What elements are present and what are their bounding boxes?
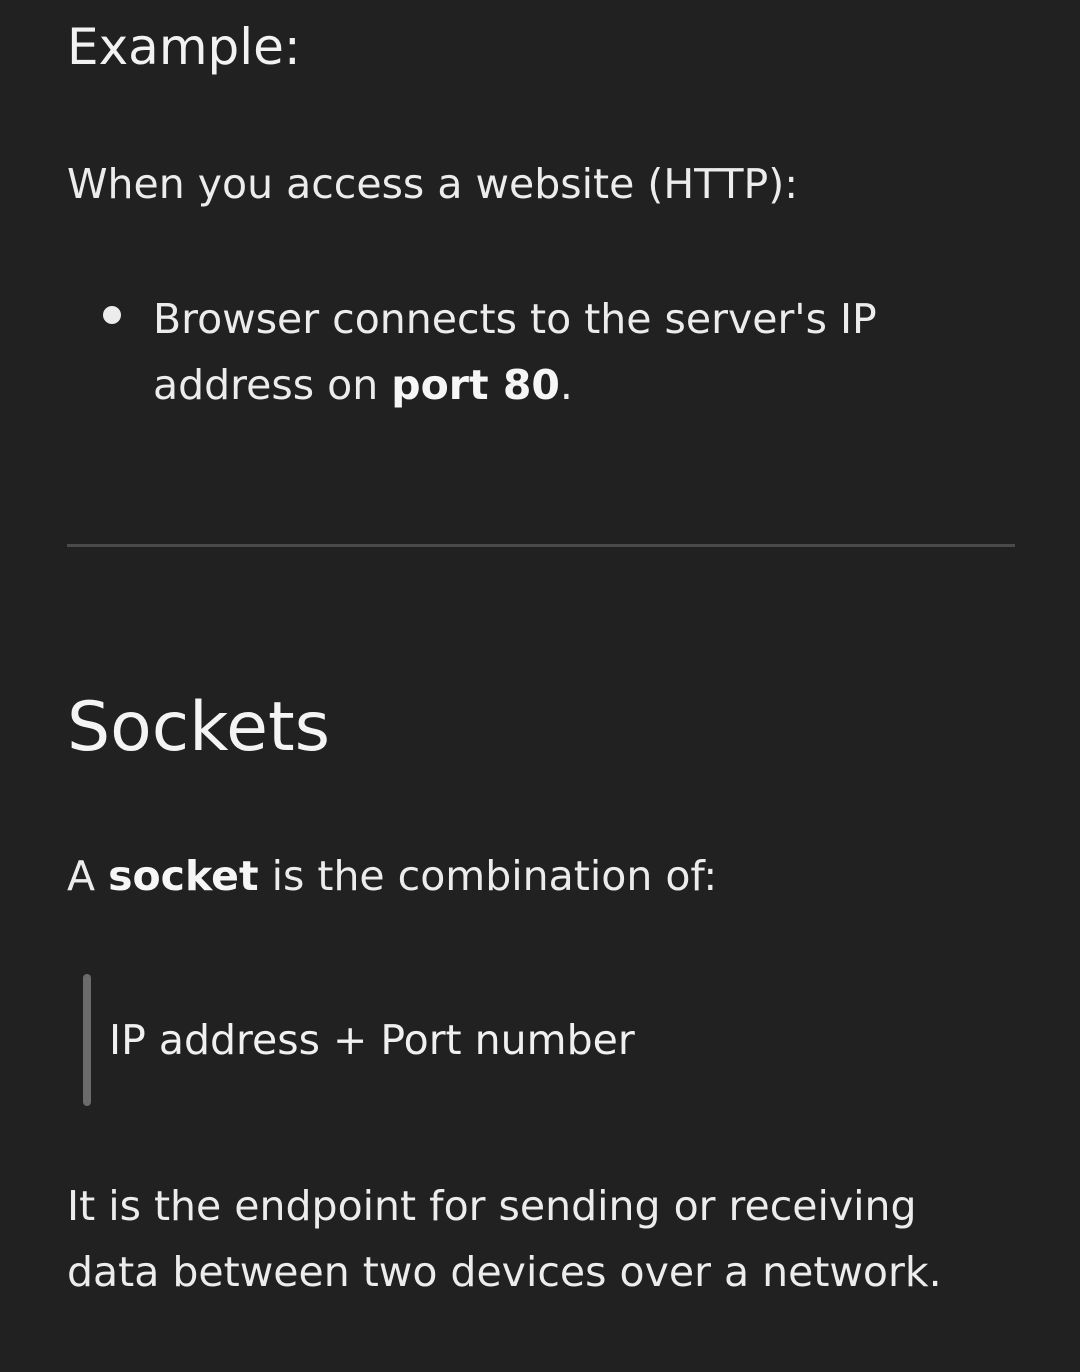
socket-definition-prefix: A [67,852,109,900]
socket-definition-suffix: is the combination of: [258,852,718,900]
example-intro: When you access a website (HTTP): [67,160,799,208]
list-item: Browser connects to the server's IP addr… [67,286,1015,418]
section-divider [67,544,1015,547]
socket-emphasis: socket [108,852,259,900]
socket-blockquote: IP address + Port number [83,974,983,1106]
port-80-emphasis: port 80 [391,361,560,409]
sockets-heading: Sockets [67,688,331,767]
endpoint-description: It is the endpoint for sending or receiv… [67,1173,1015,1305]
endpoint-line-1: It is the endpoint for sending or receiv… [67,1182,917,1230]
endpoint-line-2: data between two devices over a network. [67,1248,942,1296]
bullet-dot-icon [103,306,121,324]
bullet-line-2-suffix: . [559,361,573,409]
blockquote-bar [83,974,91,1106]
socket-definition: A socket is the combination of: [67,846,717,906]
blockquote-text: IP address + Port number [109,1016,635,1064]
example-heading: Example: [67,18,301,76]
example-bullet-list: Browser connects to the server's IP addr… [67,286,1015,418]
bullet-line-2-prefix: address on [153,361,392,409]
bullet-line-1: Browser connects to the server's IP [153,295,877,343]
bullet-line-2: address on port 80. [153,352,1015,418]
